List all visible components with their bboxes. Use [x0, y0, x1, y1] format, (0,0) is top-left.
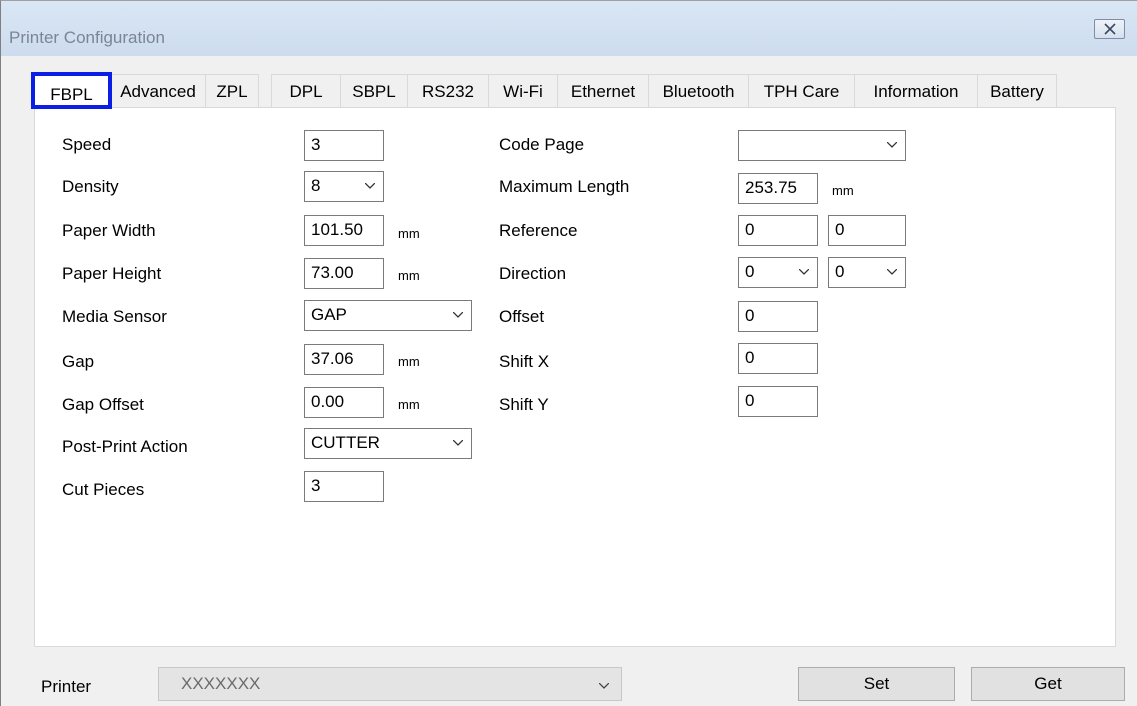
- chevron-down-icon: [799, 269, 809, 275]
- post-print-action-select[interactable]: CUTTER: [304, 428, 472, 459]
- code-page-label: Code Page: [499, 135, 585, 154]
- density-label: Density: [62, 177, 119, 196]
- shift-x-input[interactable]: 0: [738, 343, 818, 374]
- cut-pieces-input[interactable]: 3: [304, 471, 384, 502]
- tab-tph-care[interactable]: TPH Care: [748, 74, 855, 107]
- chevron-down-icon: [365, 183, 375, 189]
- reference-y-input[interactable]: 0: [828, 215, 906, 246]
- printer-configuration-window: Printer Configuration FBPL Advanced ZPL …: [0, 0, 1137, 706]
- chevron-down-icon: [599, 683, 609, 689]
- gap-label: Gap: [62, 352, 95, 371]
- printer-value: XXXXXXX: [181, 674, 261, 693]
- tab-dpl[interactable]: DPL: [271, 74, 341, 107]
- printer-select[interactable]: XXXXXXX: [158, 667, 622, 701]
- tab-information[interactable]: Information: [854, 74, 978, 107]
- tab-advanced[interactable]: Advanced: [110, 74, 206, 107]
- cut-pieces-label: Cut Pieces: [62, 480, 145, 499]
- code-page-select[interactable]: [738, 130, 906, 161]
- direction-a-select[interactable]: 0: [738, 257, 818, 288]
- direction-a-value: 0: [745, 262, 755, 281]
- tab-bluetooth[interactable]: Bluetooth: [648, 74, 749, 107]
- gap-unit: mm: [398, 354, 420, 369]
- reference-x-input[interactable]: 0: [738, 215, 818, 246]
- gap-input[interactable]: 37.06: [304, 344, 384, 375]
- tab-rs232[interactable]: RS232: [407, 74, 489, 107]
- get-button[interactable]: Get: [971, 667, 1125, 701]
- direction-b-select[interactable]: 0: [828, 257, 906, 288]
- gap-offset-input[interactable]: 0.00: [304, 387, 384, 418]
- printer-label: Printer: [41, 677, 92, 696]
- speed-label: Speed: [62, 135, 112, 154]
- density-value: 8: [311, 176, 321, 195]
- chevron-down-icon: [887, 269, 897, 275]
- paper-height-label: Paper Height: [62, 264, 162, 283]
- title-bar: Printer Configuration: [1, 1, 1137, 56]
- paper-width-unit: mm: [398, 226, 420, 241]
- maximum-length-unit: mm: [832, 183, 854, 198]
- reference-label: Reference: [499, 221, 578, 240]
- offset-label: Offset: [499, 307, 545, 326]
- gap-offset-label: Gap Offset: [62, 395, 144, 414]
- maximum-length-input[interactable]: 253.75: [738, 173, 818, 204]
- shift-y-input[interactable]: 0: [738, 386, 818, 417]
- chevron-down-icon: [453, 440, 463, 446]
- maximum-length-label: Maximum Length: [499, 177, 630, 196]
- chevron-down-icon: [887, 142, 897, 148]
- media-sensor-label: Media Sensor: [62, 307, 167, 326]
- direction-b-value: 0: [835, 262, 845, 281]
- post-print-action-value: CUTTER: [311, 433, 380, 452]
- tab-sbpl[interactable]: SBPL: [340, 74, 408, 107]
- paper-width-label: Paper Width: [62, 221, 156, 240]
- set-button[interactable]: Set: [798, 667, 955, 701]
- offset-input[interactable]: 0: [738, 301, 818, 332]
- close-button[interactable]: [1094, 19, 1125, 39]
- density-select[interactable]: 8: [304, 171, 384, 202]
- post-print-action-label: Post-Print Action: [62, 437, 188, 456]
- gap-offset-unit: mm: [398, 397, 420, 412]
- tab-fbpl[interactable]: FBPL: [31, 72, 112, 109]
- media-sensor-select[interactable]: GAP: [304, 300, 472, 331]
- tab-battery[interactable]: Battery: [977, 74, 1057, 107]
- window-title: Printer Configuration: [9, 28, 165, 47]
- paper-height-unit: mm: [398, 268, 420, 283]
- chevron-down-icon: [453, 312, 463, 318]
- tab-ethernet[interactable]: Ethernet: [557, 74, 649, 107]
- direction-label: Direction: [499, 264, 567, 283]
- speed-input[interactable]: 3: [304, 130, 384, 161]
- media-sensor-value: GAP: [311, 305, 347, 324]
- close-icon: [1104, 23, 1116, 35]
- tab-wifi[interactable]: Wi-Fi: [488, 74, 558, 107]
- paper-width-input[interactable]: 101.50: [304, 215, 384, 246]
- shift-y-label: Shift Y: [499, 395, 549, 414]
- tab-zpl[interactable]: ZPL: [205, 74, 259, 107]
- paper-height-input[interactable]: 73.00: [304, 258, 384, 289]
- tab-bar: FBPL Advanced ZPL DPL SBPL RS232 Wi-Fi E…: [1, 72, 1137, 109]
- shift-x-label: Shift X: [499, 352, 550, 371]
